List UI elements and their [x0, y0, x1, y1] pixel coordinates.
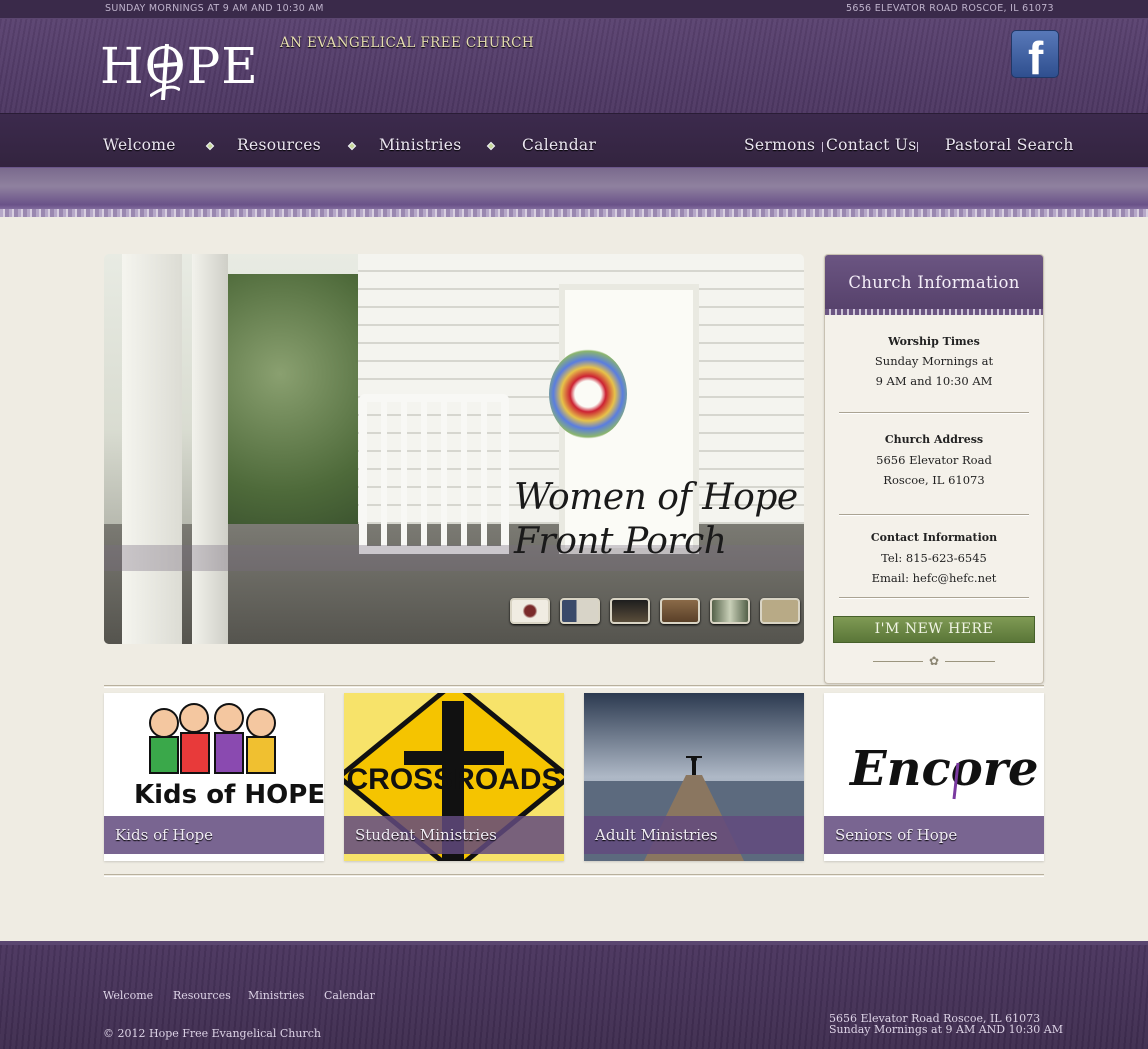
- nav-separator-icon: [205, 141, 215, 151]
- nav-item-pastoral-search[interactable]: Pastoral Search: [945, 136, 1074, 154]
- slide-thumbnail[interactable]: [610, 598, 650, 624]
- divider: [839, 412, 1029, 414]
- slide-image-rocking-chair: [359, 394, 509, 554]
- ministry-card-adult-ministries[interactable]: Adult Ministries: [584, 693, 804, 861]
- ministry-card-label: Student Ministries: [344, 816, 564, 854]
- nav-item-sermons[interactable]: Sermons: [744, 136, 815, 154]
- slide-image-wreath: [549, 349, 627, 439]
- nav-separator-icon: [347, 141, 357, 151]
- slide-image-trees: [228, 274, 358, 524]
- service-times-text: SUNDAY MORNINGS AT 9 AM AND 10:30 AM: [105, 3, 324, 14]
- slide-thumbnail[interactable]: [510, 598, 550, 624]
- nav-item-calendar[interactable]: Calendar: [522, 136, 596, 154]
- decorative-band: [0, 168, 1148, 214]
- divider: [839, 597, 1029, 599]
- church-address-line: Roscoe, IL 61073: [883, 473, 985, 487]
- decorative-edge: [0, 209, 1148, 217]
- footer-link-resources[interactable]: Resources: [173, 989, 231, 1002]
- contact-email[interactable]: Email: hefc@hefc.net: [825, 568, 1043, 588]
- footer-service-times: Sunday Mornings at 9 AM AND 10:30 AM: [829, 1023, 1063, 1036]
- church-address-line: 5656 Elevator Road: [876, 453, 992, 467]
- encore-art-text: Encore: [848, 741, 1039, 797]
- ministry-card-student-ministries[interactable]: CROSSROADS Student Ministries: [344, 693, 564, 861]
- ministry-card-label: Kids of Hope: [104, 816, 324, 854]
- im-new-here-button[interactable]: I'M NEW HERE: [833, 616, 1035, 643]
- panel-header: Church Information: [825, 255, 1043, 315]
- nav-divider: [822, 142, 823, 152]
- flourish-icon: ✿: [873, 654, 995, 668]
- address-text: 5656 ELEVATOR ROAD ROSCOE, IL 61073: [846, 3, 1054, 14]
- kids-of-hope-art-text: Kids of HOPE: [134, 780, 324, 810]
- footer-link-ministries[interactable]: Ministries: [248, 989, 304, 1002]
- worship-times-heading: Worship Times: [888, 335, 980, 348]
- divider: [839, 514, 1029, 516]
- church-information-panel: Church Information Worship Times Sunday …: [824, 254, 1044, 684]
- site-footer: Welcome Resources Ministries Calendar © …: [0, 941, 1148, 1049]
- encore-logo-icon: Encore: [848, 741, 1039, 800]
- nav-item-resources[interactable]: Resources: [237, 136, 321, 154]
- slide-thumbnail[interactable]: [710, 598, 750, 624]
- church-address-heading: Church Address: [884, 433, 984, 446]
- footer-copyright: © 2012 Hope Free Evangelical Church: [103, 1027, 321, 1040]
- crossroads-art-text: CROSSROADS: [346, 763, 561, 796]
- slide-image-column: [192, 254, 228, 644]
- facebook-letter: f: [1028, 32, 1044, 84]
- slide-thumbnail[interactable]: [760, 598, 800, 624]
- worship-times-line: 9 AM and 10:30 AM: [875, 374, 993, 388]
- facebook-icon[interactable]: f: [1011, 30, 1059, 83]
- worship-times-line: Sunday Mornings at: [874, 354, 994, 368]
- nav-item-welcome[interactable]: Welcome: [103, 136, 176, 154]
- slide-caption: Women of Hope Front Porch: [514, 477, 798, 562]
- footer-link-welcome[interactable]: Welcome: [103, 989, 153, 1002]
- cross-icon: [150, 44, 180, 100]
- top-info-bar: SUNDAY MORNINGS AT 9 AM AND 10:30 AM 565…: [0, 0, 1148, 19]
- main-navigation: Welcome Resources Ministries Calendar Se…: [0, 113, 1148, 168]
- slide-image-column: [122, 254, 182, 644]
- footer-link-calendar[interactable]: Calendar: [324, 989, 375, 1002]
- panel-title: Church Information: [848, 273, 1020, 292]
- church-tagline: AN EVANGELICAL FREE CHURCH: [280, 35, 535, 51]
- contact-information-heading: Contact Information: [870, 531, 998, 544]
- slide-thumbnail[interactable]: [560, 598, 600, 624]
- nav-item-contact-us[interactable]: Contact Us: [826, 136, 917, 154]
- ministry-card-kids-of-hope[interactable]: Kids of HOPE Kids of Hope: [104, 693, 324, 861]
- contact-phone: Tel: 815-623-6545: [881, 551, 987, 565]
- slide-thumbnail[interactable]: [660, 598, 700, 624]
- ministry-card-seniors-of-hope[interactable]: Encore Seniors of Hope: [824, 693, 1044, 861]
- section-divider: [104, 874, 1044, 877]
- kids-illustration-icon: Kids of HOPE: [134, 703, 324, 810]
- hero-slider[interactable]: Women of Hope Front Porch: [104, 254, 804, 644]
- nav-divider: [917, 142, 918, 152]
- ministry-card-label: Seniors of Hope: [824, 816, 1044, 854]
- nav-separator-icon: [486, 141, 496, 151]
- nav-item-ministries[interactable]: Ministries: [379, 136, 461, 154]
- site-logo[interactable]: HOPE: [100, 36, 258, 108]
- ministry-card-label: Adult Ministries: [584, 816, 804, 854]
- section-divider: [104, 685, 1044, 688]
